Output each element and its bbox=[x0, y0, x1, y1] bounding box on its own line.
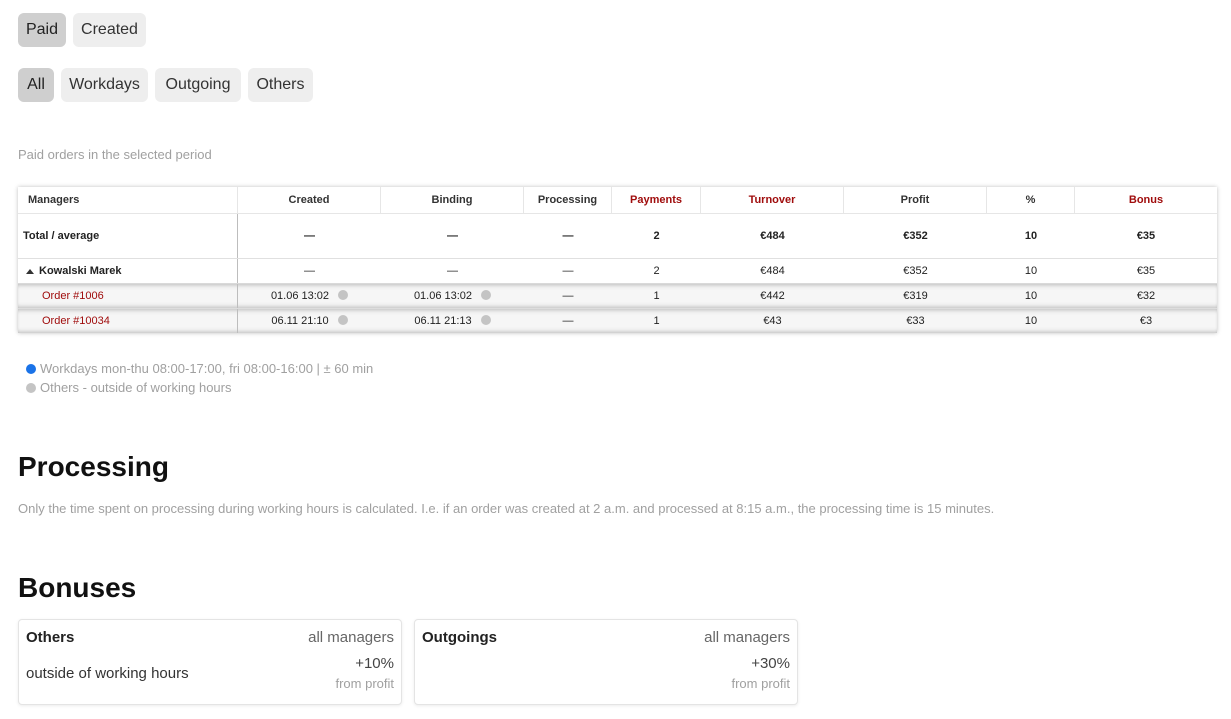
bonus-card-title: Others bbox=[26, 629, 75, 646]
order-created: 06.11 21:10 bbox=[238, 309, 381, 333]
filter-workdays-button[interactable]: Workdays bbox=[61, 68, 148, 102]
order-link[interactable]: Order #10034 bbox=[18, 309, 238, 333]
legend-workdays: Workdays mon-thu 08:00-17:00, fri 08:00-… bbox=[26, 361, 373, 376]
manager-bonus: €35 bbox=[1136, 265, 1156, 277]
order-processing: — bbox=[562, 315, 574, 327]
manager-row[interactable]: Kowalski Marek — — — 2 €484 €352 10 €35 bbox=[18, 259, 1217, 284]
filter-paid-button[interactable]: Paid bbox=[18, 13, 66, 47]
total-percent: 10 bbox=[1024, 230, 1038, 242]
table-row: Order #1006 01.06 13:02 01.06 13:02 — 1 … bbox=[18, 284, 1217, 309]
order-binding-time: 06.11 21:13 bbox=[414, 315, 472, 327]
order-processing: — bbox=[562, 290, 574, 302]
bonus-card-description: outside of working hours bbox=[26, 665, 189, 682]
manager-binding: — bbox=[447, 265, 458, 277]
manager-payments: 2 bbox=[653, 265, 660, 277]
order-turnover: €43 bbox=[763, 315, 782, 327]
table-header-row: Managers Created Binding Processing Paym… bbox=[18, 187, 1217, 214]
header-binding[interactable]: Binding bbox=[381, 187, 524, 213]
total-bonus: €35 bbox=[1136, 230, 1156, 242]
manager-turnover: €484 bbox=[760, 265, 785, 277]
bonuses-heading: Bonuses bbox=[18, 572, 137, 603]
bonus-card-value: +10% bbox=[355, 655, 394, 672]
order-profit: €319 bbox=[903, 290, 928, 302]
total-payments: 2 bbox=[653, 230, 660, 242]
order-created: 01.06 13:02 bbox=[238, 284, 381, 308]
manager-profit: €352 bbox=[903, 265, 928, 277]
order-bonus: €32 bbox=[1136, 290, 1156, 302]
legend-workdays-text: Workdays mon-thu 08:00-17:00, fri 08:00-… bbox=[40, 361, 374, 376]
filter-others-button[interactable]: Others bbox=[248, 68, 313, 102]
order-link[interactable]: Order #1006 bbox=[18, 284, 238, 308]
filter-all-button[interactable]: All bbox=[18, 68, 54, 102]
order-binding: 06.11 21:13 bbox=[381, 309, 524, 333]
header-managers[interactable]: Managers bbox=[18, 187, 238, 213]
bonus-card-basis: from profit bbox=[335, 676, 394, 691]
order-payments: 1 bbox=[653, 315, 660, 327]
manager-name: Kowalski Marek bbox=[39, 265, 122, 277]
order-bonus: €3 bbox=[1139, 315, 1153, 327]
order-number[interactable]: Order #10034 bbox=[42, 315, 110, 327]
total-processing: — bbox=[562, 230, 574, 242]
table-row: Order #10034 06.11 21:10 06.11 21:13 — 1… bbox=[18, 309, 1217, 333]
bonus-card-basis: from profit bbox=[731, 676, 790, 691]
header-bonus[interactable]: Bonus bbox=[1075, 187, 1217, 213]
status-dot-icon bbox=[338, 290, 349, 300]
order-percent: 10 bbox=[1024, 315, 1038, 327]
manager-processing: — bbox=[562, 265, 574, 277]
order-created-time: 06.11 21:10 bbox=[271, 315, 329, 327]
processing-heading: Processing bbox=[18, 451, 169, 482]
order-turnover: €442 bbox=[760, 290, 785, 302]
legend-others: Others - outside of working hours bbox=[26, 380, 231, 395]
total-binding: — bbox=[447, 230, 458, 242]
status-dot-icon bbox=[480, 315, 491, 325]
filter-outgoing-button[interactable]: Outgoing bbox=[155, 68, 241, 102]
filter-created-button[interactable]: Created bbox=[73, 13, 146, 47]
order-payments: 1 bbox=[653, 290, 660, 302]
order-created-time: 01.06 13:02 bbox=[270, 290, 330, 302]
order-percent: 10 bbox=[1024, 290, 1038, 302]
total-label: Total / average bbox=[18, 214, 238, 258]
order-binding: 01.06 13:02 bbox=[381, 284, 524, 308]
bonus-card-value: +30% bbox=[751, 655, 790, 672]
manager-created: — bbox=[304, 265, 315, 277]
header-created[interactable]: Created bbox=[238, 187, 381, 213]
caret-up-icon[interactable] bbox=[26, 268, 34, 274]
status-dot-icon bbox=[337, 315, 348, 325]
header-percent[interactable]: % bbox=[987, 187, 1075, 213]
total-profit: €352 bbox=[903, 230, 928, 242]
order-number[interactable]: Order #1006 bbox=[42, 290, 104, 302]
header-processing[interactable]: Processing bbox=[524, 187, 612, 213]
other-dot-icon bbox=[26, 382, 36, 393]
header-turnover[interactable]: Turnover bbox=[701, 187, 844, 213]
bonus-card-scope: all managers bbox=[704, 629, 790, 646]
manager-name-cell[interactable]: Kowalski Marek bbox=[18, 259, 238, 283]
bonus-card-outgoings: Outgoings all managers +30% from profit bbox=[414, 619, 798, 705]
table-subtitle: Paid orders in the selected period bbox=[18, 147, 212, 162]
header-profit[interactable]: Profit bbox=[844, 187, 987, 213]
total-created: — bbox=[304, 230, 315, 242]
bonus-card-title: Outgoings bbox=[422, 629, 497, 646]
orders-table: Managers Created Binding Processing Paym… bbox=[18, 187, 1217, 333]
bonus-card-scope: all managers bbox=[308, 629, 394, 646]
order-binding-time: 01.06 13:02 bbox=[413, 290, 473, 302]
total-turnover: €484 bbox=[760, 230, 785, 242]
manager-percent: 10 bbox=[1024, 265, 1038, 277]
bonus-card-others: Others all managers outside of working h… bbox=[18, 619, 402, 705]
total-row: Total / average — — — 2 €484 €352 10 €35 bbox=[18, 214, 1217, 259]
status-dot-icon bbox=[481, 290, 492, 300]
legend-others-text: Others - outside of working hours bbox=[40, 380, 232, 395]
workday-dot-icon bbox=[26, 363, 36, 374]
header-payments[interactable]: Payments bbox=[612, 187, 701, 213]
order-profit: €33 bbox=[906, 315, 925, 327]
processing-description: Only the time spent on processing during… bbox=[18, 501, 995, 516]
